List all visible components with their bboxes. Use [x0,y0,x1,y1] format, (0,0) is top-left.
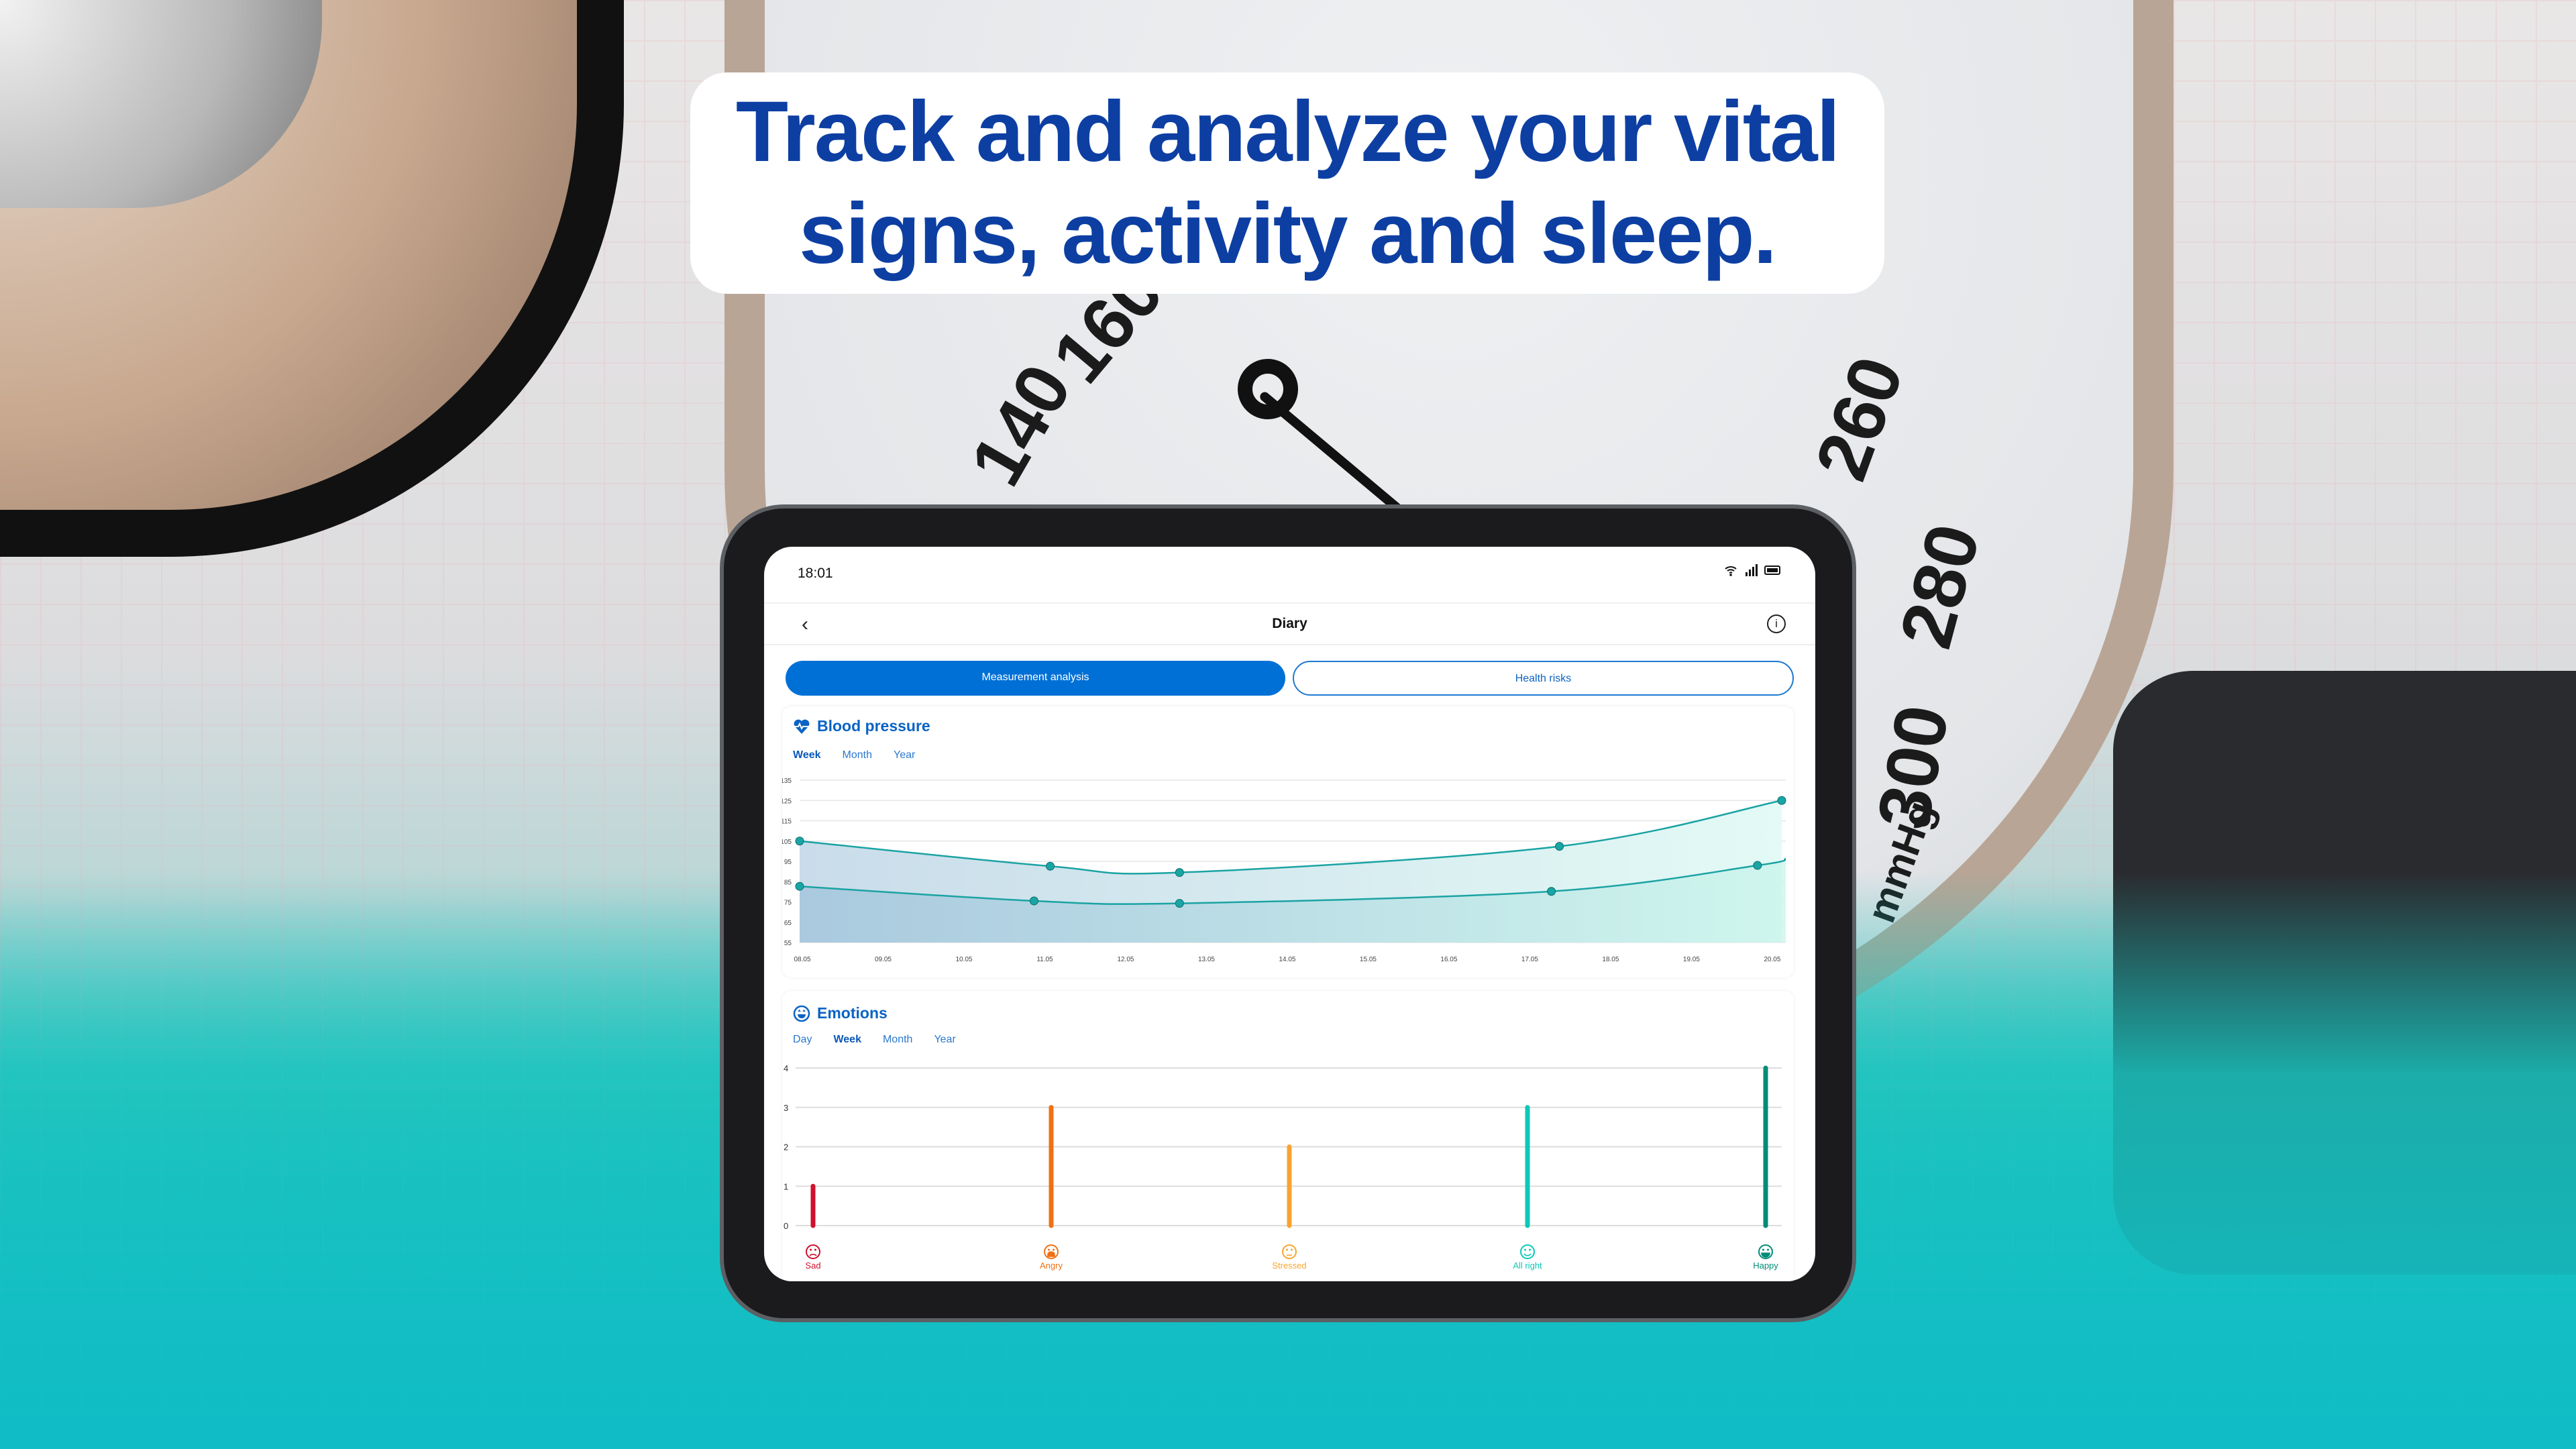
emotion-icon-face [1520,1244,1535,1259]
emotion-icon [1282,1244,1297,1259]
blood-pressure-card: Blood pressure Week Month Year 135 125 115… [782,706,1794,977]
emotion-label: Stressed [1272,1260,1306,1271]
headline-card: Track and analyze your vital signs, acti… [690,72,1884,294]
tablet-screen: 18:01 ‹ Diary i Measurement analysis Hea… [764,547,1815,1281]
emotion-icon-eye [1524,1248,1526,1251]
signal-icon [1746,564,1758,576]
emotions-chart: 4 3 2 1 0 Sad Angry Stressed All right Happy [784,1063,1782,1271]
data-point [795,881,804,891]
emotion-icon [1044,1244,1059,1259]
x-tick-label: 08.05 [794,956,810,963]
y-tick-label: 85 [784,879,792,886]
headline-text: Track and analyze your vital signs, acti… [735,84,1840,282]
x-tick-label: 11.05 [1036,956,1053,963]
battery-icon [1764,566,1780,575]
emotion-icon-eye [1048,1248,1050,1251]
y-tick-label: 75 [784,900,792,907]
x-tick-label: 17.05 [1521,956,1538,963]
tab-health-risks[interactable]: Health risks [1293,661,1794,696]
x-tick-label: 19.05 [1683,956,1700,963]
emotion-icon [806,1244,820,1259]
data-point [1777,796,1786,805]
emotion-icon-face [1282,1244,1297,1259]
emotion-label: Happy [1753,1260,1778,1271]
gauge-needle-hub [1238,359,1298,419]
data-point [1753,861,1762,870]
emotion-icon [1758,1244,1773,1259]
y-tick-label: 4 [784,1063,788,1073]
data-point [1046,861,1055,871]
emotion-label: Angry [1040,1260,1063,1271]
y-tick-label: 125 [782,798,792,805]
data-point [1555,842,1564,851]
y-tick-label: 65 [784,920,792,927]
emotions-card: Emotions Day Week Month Year 4 3 2 1 0 Sad Ang… [782,991,1794,1281]
emotion-icon-eye [1291,1248,1293,1251]
emotion-icon-mouth [1047,1251,1055,1257]
x-tick-label: 09.05 [875,956,892,963]
x-tick-label: 13.05 [1198,956,1215,963]
data-point [1175,868,1184,877]
emotion-icon-eye [1053,1248,1055,1251]
y-tick-label: 3 [784,1103,788,1113]
x-tick-label: 12.05 [1117,956,1134,963]
emotion-icon-eye [1286,1248,1288,1251]
emotion-icon-mouth [1761,1252,1770,1258]
x-tick-label: 18.05 [1602,956,1619,963]
blood-pressure-chart: 135 125 115 105 95 85 75 65 55 08.05 09.05 10.05 11.… [782,777,1786,963]
y-tick-label: 2 [784,1142,788,1152]
emotion-label: Sad [805,1260,820,1271]
data-point [1175,899,1184,908]
emotion-icon-mouth [1523,1253,1532,1256]
emotion-icon-mouth [809,1253,817,1256]
y-tick-label: 1 [784,1181,788,1191]
y-tick-label: 55 [784,940,792,947]
x-tick-label: 20.05 [1764,956,1780,963]
status-icons [1724,564,1782,576]
emotion-icon [1520,1244,1535,1259]
emotion-icon-eye [1762,1248,1764,1251]
status-time: 18:01 [798,566,833,581]
emotion-icon-face [806,1244,820,1259]
emotion-label: All right [1513,1260,1542,1271]
x-tick-label: 16.05 [1440,956,1457,963]
x-tick-label: 10.05 [955,956,972,963]
x-tick-label: 15.05 [1360,956,1377,963]
wifi-icon [1725,566,1737,576]
y-tick-label: 0 [784,1221,788,1231]
y-tick-label: 105 [782,839,792,846]
y-tick-label: 135 [782,777,792,785]
data-point [1029,896,1038,906]
page-title: Diary [1272,616,1307,631]
emotion-icon-eye [814,1248,816,1251]
data-point [795,837,804,846]
y-tick-label: 95 [784,859,792,866]
x-tick-label: 14.05 [1279,956,1295,963]
emotion-icon-eye [1767,1248,1769,1251]
y-tick-label: 115 [782,818,792,826]
tab-measurement-analysis[interactable]: Measurement analysis [786,661,1285,696]
emotion-icon-eye [810,1248,812,1251]
data-point [1547,887,1556,896]
info-icon[interactable]: i [1767,614,1786,633]
emotion-icon-eye [1529,1248,1531,1251]
app-header: ‹ Diary i [764,602,1815,645]
